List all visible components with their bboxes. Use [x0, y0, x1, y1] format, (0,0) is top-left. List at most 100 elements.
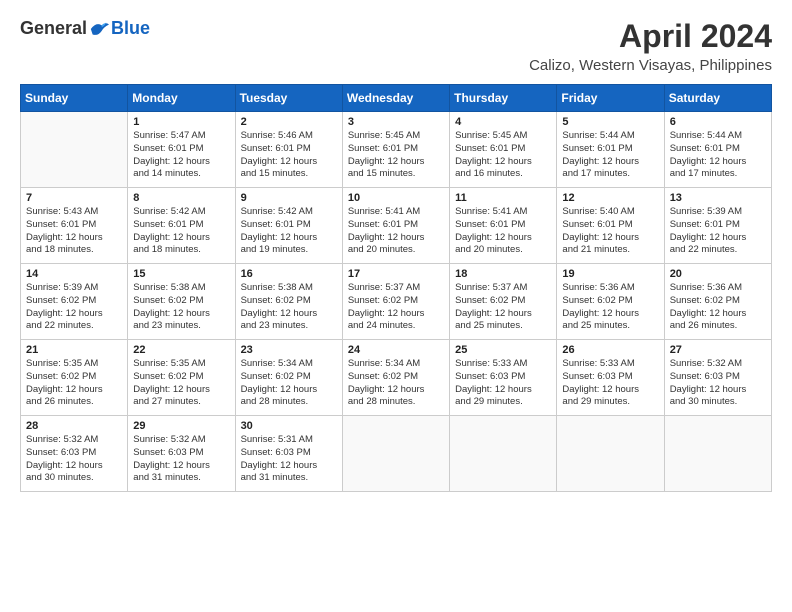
- weekday-header-saturday: Saturday: [664, 85, 771, 112]
- weekday-header-monday: Monday: [128, 85, 235, 112]
- day-info: Sunrise: 5:44 AM Sunset: 6:01 PM Dayligh…: [670, 130, 766, 181]
- calendar-cell: [664, 416, 771, 492]
- day-number: 9: [241, 192, 337, 204]
- calendar-cell: [557, 416, 664, 492]
- calendar-cell: 16 Sunrise: 5:38 AM Sunset: 6:02 PM Dayli…: [235, 264, 342, 340]
- calendar-cell: 18 Sunrise: 5:37 AM Sunset: 6:02 PM Dayli…: [450, 264, 557, 340]
- day-number: 14: [26, 268, 122, 280]
- day-info: Sunrise: 5:34 AM Sunset: 6:02 PM Dayligh…: [241, 358, 337, 409]
- day-info: Sunrise: 5:44 AM Sunset: 6:01 PM Dayligh…: [562, 130, 658, 181]
- page: General Blue April 2024 Calizo, Western …: [0, 0, 792, 502]
- calendar-cell: 5 Sunrise: 5:44 AM Sunset: 6:01 PM Daylig…: [557, 112, 664, 188]
- calendar-cell: [450, 416, 557, 492]
- day-number: 13: [670, 192, 766, 204]
- day-number: 5: [562, 116, 658, 128]
- day-info: Sunrise: 5:39 AM Sunset: 6:01 PM Dayligh…: [670, 206, 766, 257]
- day-info: Sunrise: 5:41 AM Sunset: 6:01 PM Dayligh…: [348, 206, 444, 257]
- day-info: Sunrise: 5:43 AM Sunset: 6:01 PM Dayligh…: [26, 206, 122, 257]
- day-info: Sunrise: 5:41 AM Sunset: 6:01 PM Dayligh…: [455, 206, 551, 257]
- day-info: Sunrise: 5:40 AM Sunset: 6:01 PM Dayligh…: [562, 206, 658, 257]
- day-info: Sunrise: 5:36 AM Sunset: 6:02 PM Dayligh…: [562, 282, 658, 333]
- day-number: 28: [26, 420, 122, 432]
- day-number: 6: [670, 116, 766, 128]
- day-number: 20: [670, 268, 766, 280]
- day-number: 2: [241, 116, 337, 128]
- day-info: Sunrise: 5:39 AM Sunset: 6:02 PM Dayligh…: [26, 282, 122, 333]
- calendar-cell: 23 Sunrise: 5:34 AM Sunset: 6:02 PM Dayli…: [235, 340, 342, 416]
- day-info: Sunrise: 5:47 AM Sunset: 6:01 PM Dayligh…: [133, 130, 229, 181]
- day-number: 19: [562, 268, 658, 280]
- calendar-cell: 19 Sunrise: 5:36 AM Sunset: 6:02 PM Dayli…: [557, 264, 664, 340]
- calendar-cell: 30 Sunrise: 5:31 AM Sunset: 6:03 PM Dayli…: [235, 416, 342, 492]
- day-info: Sunrise: 5:37 AM Sunset: 6:02 PM Dayligh…: [348, 282, 444, 333]
- calendar-cell: [21, 112, 128, 188]
- day-info: Sunrise: 5:46 AM Sunset: 6:01 PM Dayligh…: [241, 130, 337, 181]
- calendar-cell: 27Sunrise: 5:32 AM Sunset: 6:03 PM Dayli…: [664, 340, 771, 416]
- calendar-cell: 7 Sunrise: 5:43 AM Sunset: 6:01 PM Daylig…: [21, 188, 128, 264]
- day-number: 4: [455, 116, 551, 128]
- calendar-cell: 28 Sunrise: 5:32 AM Sunset: 6:03 PM Dayli…: [21, 416, 128, 492]
- day-number: 23: [241, 344, 337, 356]
- calendar-cell: 12 Sunrise: 5:40 AM Sunset: 6:01 PM Dayli…: [557, 188, 664, 264]
- calendar-week-row: 7 Sunrise: 5:43 AM Sunset: 6:01 PM Daylig…: [21, 188, 772, 264]
- day-info: Sunrise: 5:36 AM Sunset: 6:02 PM Dayligh…: [670, 282, 766, 333]
- day-number: 24: [348, 344, 444, 356]
- day-info: Sunrise: 5:42 AM Sunset: 6:01 PM Dayligh…: [241, 206, 337, 257]
- calendar-week-row: 14 Sunrise: 5:39 AM Sunset: 6:02 PM Dayli…: [21, 264, 772, 340]
- day-info: Sunrise: 5:34 AM Sunset: 6:02 PM Dayligh…: [348, 358, 444, 409]
- day-info: Sunrise: 5:42 AM Sunset: 6:01 PM Dayligh…: [133, 206, 229, 257]
- calendar-cell: 20 Sunrise: 5:36 AM Sunset: 6:02 PM Dayli…: [664, 264, 771, 340]
- calendar-cell: 24 Sunrise: 5:34 AM Sunset: 6:02 PM Dayli…: [342, 340, 449, 416]
- day-info: Sunrise: 5:38 AM Sunset: 6:02 PM Dayligh…: [133, 282, 229, 333]
- calendar-cell: 11 Sunrise: 5:41 AM Sunset: 6:01 PM Dayli…: [450, 188, 557, 264]
- calendar-cell: 4 Sunrise: 5:45 AM Sunset: 6:01 PM Daylig…: [450, 112, 557, 188]
- day-number: 22: [133, 344, 229, 356]
- calendar-cell: 2 Sunrise: 5:46 AM Sunset: 6:01 PM Daylig…: [235, 112, 342, 188]
- calendar-body: 1Sunrise: 5:47 AM Sunset: 6:01 PM Daylig…: [21, 112, 772, 492]
- calendar-header: SundayMondayTuesdayWednesdayThursdayFrid…: [21, 85, 772, 112]
- day-number: 11: [455, 192, 551, 204]
- calendar-cell: 6 Sunrise: 5:44 AM Sunset: 6:01 PM Daylig…: [664, 112, 771, 188]
- day-number: 30: [241, 420, 337, 432]
- day-number: 7: [26, 192, 122, 204]
- calendar-cell: 9 Sunrise: 5:42 AM Sunset: 6:01 PM Daylig…: [235, 188, 342, 264]
- logo: General Blue: [20, 18, 150, 39]
- location-text: Calizo, Western Visayas, Philippines: [529, 57, 772, 74]
- day-number: 15: [133, 268, 229, 280]
- day-info: Sunrise: 5:32 AM Sunset: 6:03 PM Dayligh…: [26, 434, 122, 485]
- day-number: 16: [241, 268, 337, 280]
- month-title: April 2024: [529, 18, 772, 55]
- day-info: Sunrise: 5:45 AM Sunset: 6:01 PM Dayligh…: [348, 130, 444, 181]
- day-number: 26: [562, 344, 658, 356]
- header: General Blue April 2024 Calizo, Western …: [20, 18, 772, 74]
- day-info: Sunrise: 5:31 AM Sunset: 6:03 PM Dayligh…: [241, 434, 337, 485]
- calendar-cell: 25Sunrise: 5:33 AM Sunset: 6:03 PM Dayli…: [450, 340, 557, 416]
- day-number: 21: [26, 344, 122, 356]
- weekday-header-row: SundayMondayTuesdayWednesdayThursdayFrid…: [21, 85, 772, 112]
- calendar-cell: 17 Sunrise: 5:37 AM Sunset: 6:02 PM Dayli…: [342, 264, 449, 340]
- day-info: Sunrise: 5:35 AM Sunset: 6:02 PM Dayligh…: [26, 358, 122, 409]
- calendar-cell: [342, 416, 449, 492]
- calendar-table: SundayMondayTuesdayWednesdayThursdayFrid…: [20, 84, 772, 492]
- weekday-header-tuesday: Tuesday: [235, 85, 342, 112]
- calendar-cell: 29Sunrise: 5:32 AM Sunset: 6:03 PM Dayli…: [128, 416, 235, 492]
- day-number: 18: [455, 268, 551, 280]
- logo-general-text: General: [20, 18, 87, 39]
- day-number: 8: [133, 192, 229, 204]
- calendar-cell: 8 Sunrise: 5:42 AM Sunset: 6:01 PM Daylig…: [128, 188, 235, 264]
- title-area: April 2024 Calizo, Western Visayas, Phil…: [529, 18, 772, 74]
- calendar-cell: 26Sunrise: 5:33 AM Sunset: 6:03 PM Dayli…: [557, 340, 664, 416]
- day-number: 17: [348, 268, 444, 280]
- calendar-week-row: 28 Sunrise: 5:32 AM Sunset: 6:03 PM Dayli…: [21, 416, 772, 492]
- day-info: Sunrise: 5:32 AM Sunset: 6:03 PM Dayligh…: [133, 434, 229, 485]
- day-info: Sunrise: 5:32 AM Sunset: 6:03 PM Dayligh…: [670, 358, 766, 409]
- calendar-cell: 10Sunrise: 5:41 AM Sunset: 6:01 PM Dayli…: [342, 188, 449, 264]
- day-info: Sunrise: 5:35 AM Sunset: 6:02 PM Dayligh…: [133, 358, 229, 409]
- day-info: Sunrise: 5:37 AM Sunset: 6:02 PM Dayligh…: [455, 282, 551, 333]
- day-number: 12: [562, 192, 658, 204]
- day-info: Sunrise: 5:45 AM Sunset: 6:01 PM Dayligh…: [455, 130, 551, 181]
- day-info: Sunrise: 5:33 AM Sunset: 6:03 PM Dayligh…: [455, 358, 551, 409]
- weekday-header-sunday: Sunday: [21, 85, 128, 112]
- calendar-cell: 14 Sunrise: 5:39 AM Sunset: 6:02 PM Dayli…: [21, 264, 128, 340]
- day-info: Sunrise: 5:38 AM Sunset: 6:02 PM Dayligh…: [241, 282, 337, 333]
